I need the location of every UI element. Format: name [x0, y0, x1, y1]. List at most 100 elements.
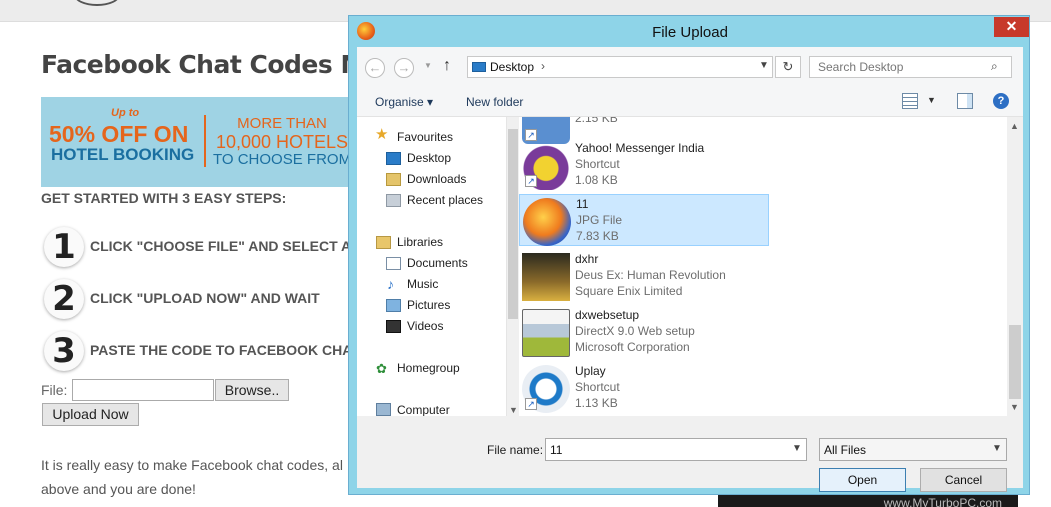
chevron-down-icon[interactable]: ▼: [992, 443, 1002, 454]
firefox-icon: [523, 198, 571, 246]
scroll-down-arrow[interactable]: ▼: [1010, 402, 1019, 412]
file-label: File:: [41, 382, 68, 398]
star-icon: ★: [375, 126, 389, 143]
open-button[interactable]: Open: [819, 468, 906, 492]
nav-desktop[interactable]: Desktop: [407, 151, 451, 165]
nav-recent-places[interactable]: Recent places: [407, 193, 483, 207]
address-location[interactable]: Desktop: [490, 60, 534, 74]
step-text: CLICK "CHOOSE FILE" AND SELECT AN: [90, 238, 362, 254]
file-name-value[interactable]: 11: [550, 443, 562, 457]
file-type: JPG File: [576, 213, 623, 227]
back-button[interactable]: ←: [365, 58, 385, 78]
intro-line-2: above and you are done!: [41, 481, 196, 497]
nav-downloads[interactable]: Downloads: [407, 172, 466, 186]
nav-homegroup[interactable]: Homegroup: [397, 361, 460, 375]
file-name: Uplay: [575, 364, 606, 378]
refresh-button[interactable]: ↻: [775, 56, 801, 78]
file-item[interactable]: ↗ Uplay Shortcut 1.13 KB: [519, 362, 769, 414]
dialog-body: ← → ▼ ↑ Desktop › ▼ ↻ Search Desktop ⌕ O…: [357, 47, 1023, 492]
view-options-dropdown-icon[interactable]: ▼: [927, 95, 936, 105]
close-button[interactable]: ✕: [994, 17, 1029, 37]
nav-music[interactable]: Music: [407, 277, 438, 291]
upload-now-button[interactable]: Upload Now: [42, 403, 139, 426]
change-view-icon[interactable]: [902, 93, 918, 109]
chevron-right-icon[interactable]: ›: [541, 59, 545, 73]
chevron-down-icon[interactable]: ▼: [759, 60, 769, 71]
file-name-field[interactable]: 11 ▼: [545, 438, 807, 461]
recent-places-icon: [386, 194, 401, 207]
step-number: 2: [44, 279, 84, 319]
step-number: 3: [44, 331, 84, 371]
deus-ex-icon: [522, 253, 570, 301]
ad-upto-text: Up to: [111, 107, 140, 119]
shortcut-arrow-icon: ↗: [525, 175, 537, 187]
address-bar[interactable]: Desktop › ▼: [467, 56, 773, 78]
organise-button[interactable]: Organise ▾: [375, 95, 433, 109]
file-size: 1.08 KB: [575, 173, 618, 187]
scroll-up-arrow[interactable]: ▲: [1010, 121, 1019, 131]
steps-heading: GET STARTED WITH 3 EASY STEPS:: [41, 190, 287, 206]
ad-hotel-booking-text: HOTEL BOOKING: [51, 145, 195, 164]
file-list-scrollbar[interactable]: ▲ ▼: [1007, 117, 1023, 416]
file-description: Deus Ex: Human Revolution: [575, 268, 726, 282]
file-item[interactable]: ↗ Yahoo! Messenger India Shortcut 1.08 K…: [519, 139, 769, 191]
help-icon[interactable]: ?: [993, 93, 1009, 109]
downloads-icon: [386, 173, 401, 186]
navigation-scrollbar[interactable]: ▼: [507, 117, 519, 416]
file-type-filter-select[interactable]: All Files ▼: [819, 438, 1007, 461]
documents-icon: [386, 257, 401, 270]
computer-icon: [376, 403, 391, 416]
hotel-ad-banner[interactable]: Up to 50% OFF ON HOTEL BOOKING MORE THAN…: [41, 97, 361, 187]
scrollbar-thumb[interactable]: [1009, 325, 1021, 399]
file-list: ↗ 2.15 KB ↗ Yahoo! Messenger India Short…: [519, 117, 1007, 416]
navigation-pane: ★ Favourites Desktop Downloads Recent pl…: [357, 117, 507, 416]
recent-locations-dropdown-icon[interactable]: ▼: [424, 61, 432, 70]
scrollbar-thumb[interactable]: [508, 129, 518, 319]
libraries-icon: [376, 236, 391, 249]
preview-pane-icon[interactable]: [957, 93, 973, 109]
site-logo: [74, 0, 120, 6]
ad-more-than: MORE THAN: [237, 115, 327, 132]
ad-hotels-count: 10,000 HOTELS: [215, 132, 349, 152]
file-item-selected[interactable]: 11 JPG File 7.83 KB: [519, 194, 769, 246]
search-icon[interactable]: ⌕: [991, 59, 998, 74]
nav-pictures[interactable]: Pictures: [407, 298, 450, 312]
search-input[interactable]: Search Desktop ⌕: [809, 56, 1012, 78]
ad-choose-from: TO CHOOSE FROM: [213, 151, 352, 168]
file-name: 11: [576, 197, 589, 211]
browse-button[interactable]: Browse..: [215, 379, 289, 401]
nav-videos[interactable]: Videos: [407, 319, 443, 333]
forward-button[interactable]: →: [394, 58, 414, 78]
file-item[interactable]: dxwebsetup DirectX 9.0 Web setup Microso…: [519, 306, 769, 358]
search-placeholder: Search Desktop: [818, 60, 904, 74]
command-toolbar: Organise ▾ New folder ▼ ?: [357, 87, 1023, 117]
ad-more-text: MORE THAN 10,000 HOTELS TO CHOOSE FROM: [213, 115, 351, 169]
page-title: Facebook Chat Codes Ma: [41, 50, 382, 79]
address-row: ← → ▼ ↑ Desktop › ▼ ↻ Search Desktop ⌕: [357, 47, 1023, 87]
file-type: Shortcut: [575, 380, 620, 394]
file-type-filter-value[interactable]: All Files: [824, 443, 866, 457]
nav-computer[interactable]: Computer: [397, 403, 450, 416]
file-name: dxwebsetup: [575, 308, 640, 322]
dialog-title: File Upload: [652, 24, 728, 41]
new-folder-button[interactable]: New folder: [466, 95, 523, 109]
nav-libraries[interactable]: Libraries: [397, 235, 443, 249]
up-folder-button[interactable]: ↑: [443, 57, 451, 75]
file-type: Shortcut: [575, 157, 620, 171]
music-icon: ♪: [387, 276, 394, 292]
file-publisher: Microsoft Corporation: [575, 340, 690, 354]
file-publisher: Square Enix Limited: [575, 284, 683, 298]
ad-divider: [204, 115, 206, 167]
scroll-down-arrow[interactable]: ▼: [509, 405, 518, 415]
file-path-input[interactable]: [72, 379, 214, 401]
nav-documents[interactable]: Documents: [407, 256, 468, 270]
step-text: CLICK "UPLOAD NOW" AND WAIT: [90, 290, 320, 306]
chevron-down-icon[interactable]: ▼: [792, 443, 802, 454]
file-size: 1.13 KB: [575, 396, 618, 410]
file-item[interactable]: dxhr Deus Ex: Human Revolution Square En…: [519, 250, 769, 302]
desktop-icon: [472, 62, 486, 72]
intro-line-1: It is really easy to make Facebook chat …: [41, 457, 343, 473]
nav-favourites[interactable]: Favourites: [397, 130, 453, 144]
cancel-button[interactable]: Cancel: [920, 468, 1007, 492]
intro-paragraph: It is really easy to make Facebook chat …: [41, 453, 351, 501]
